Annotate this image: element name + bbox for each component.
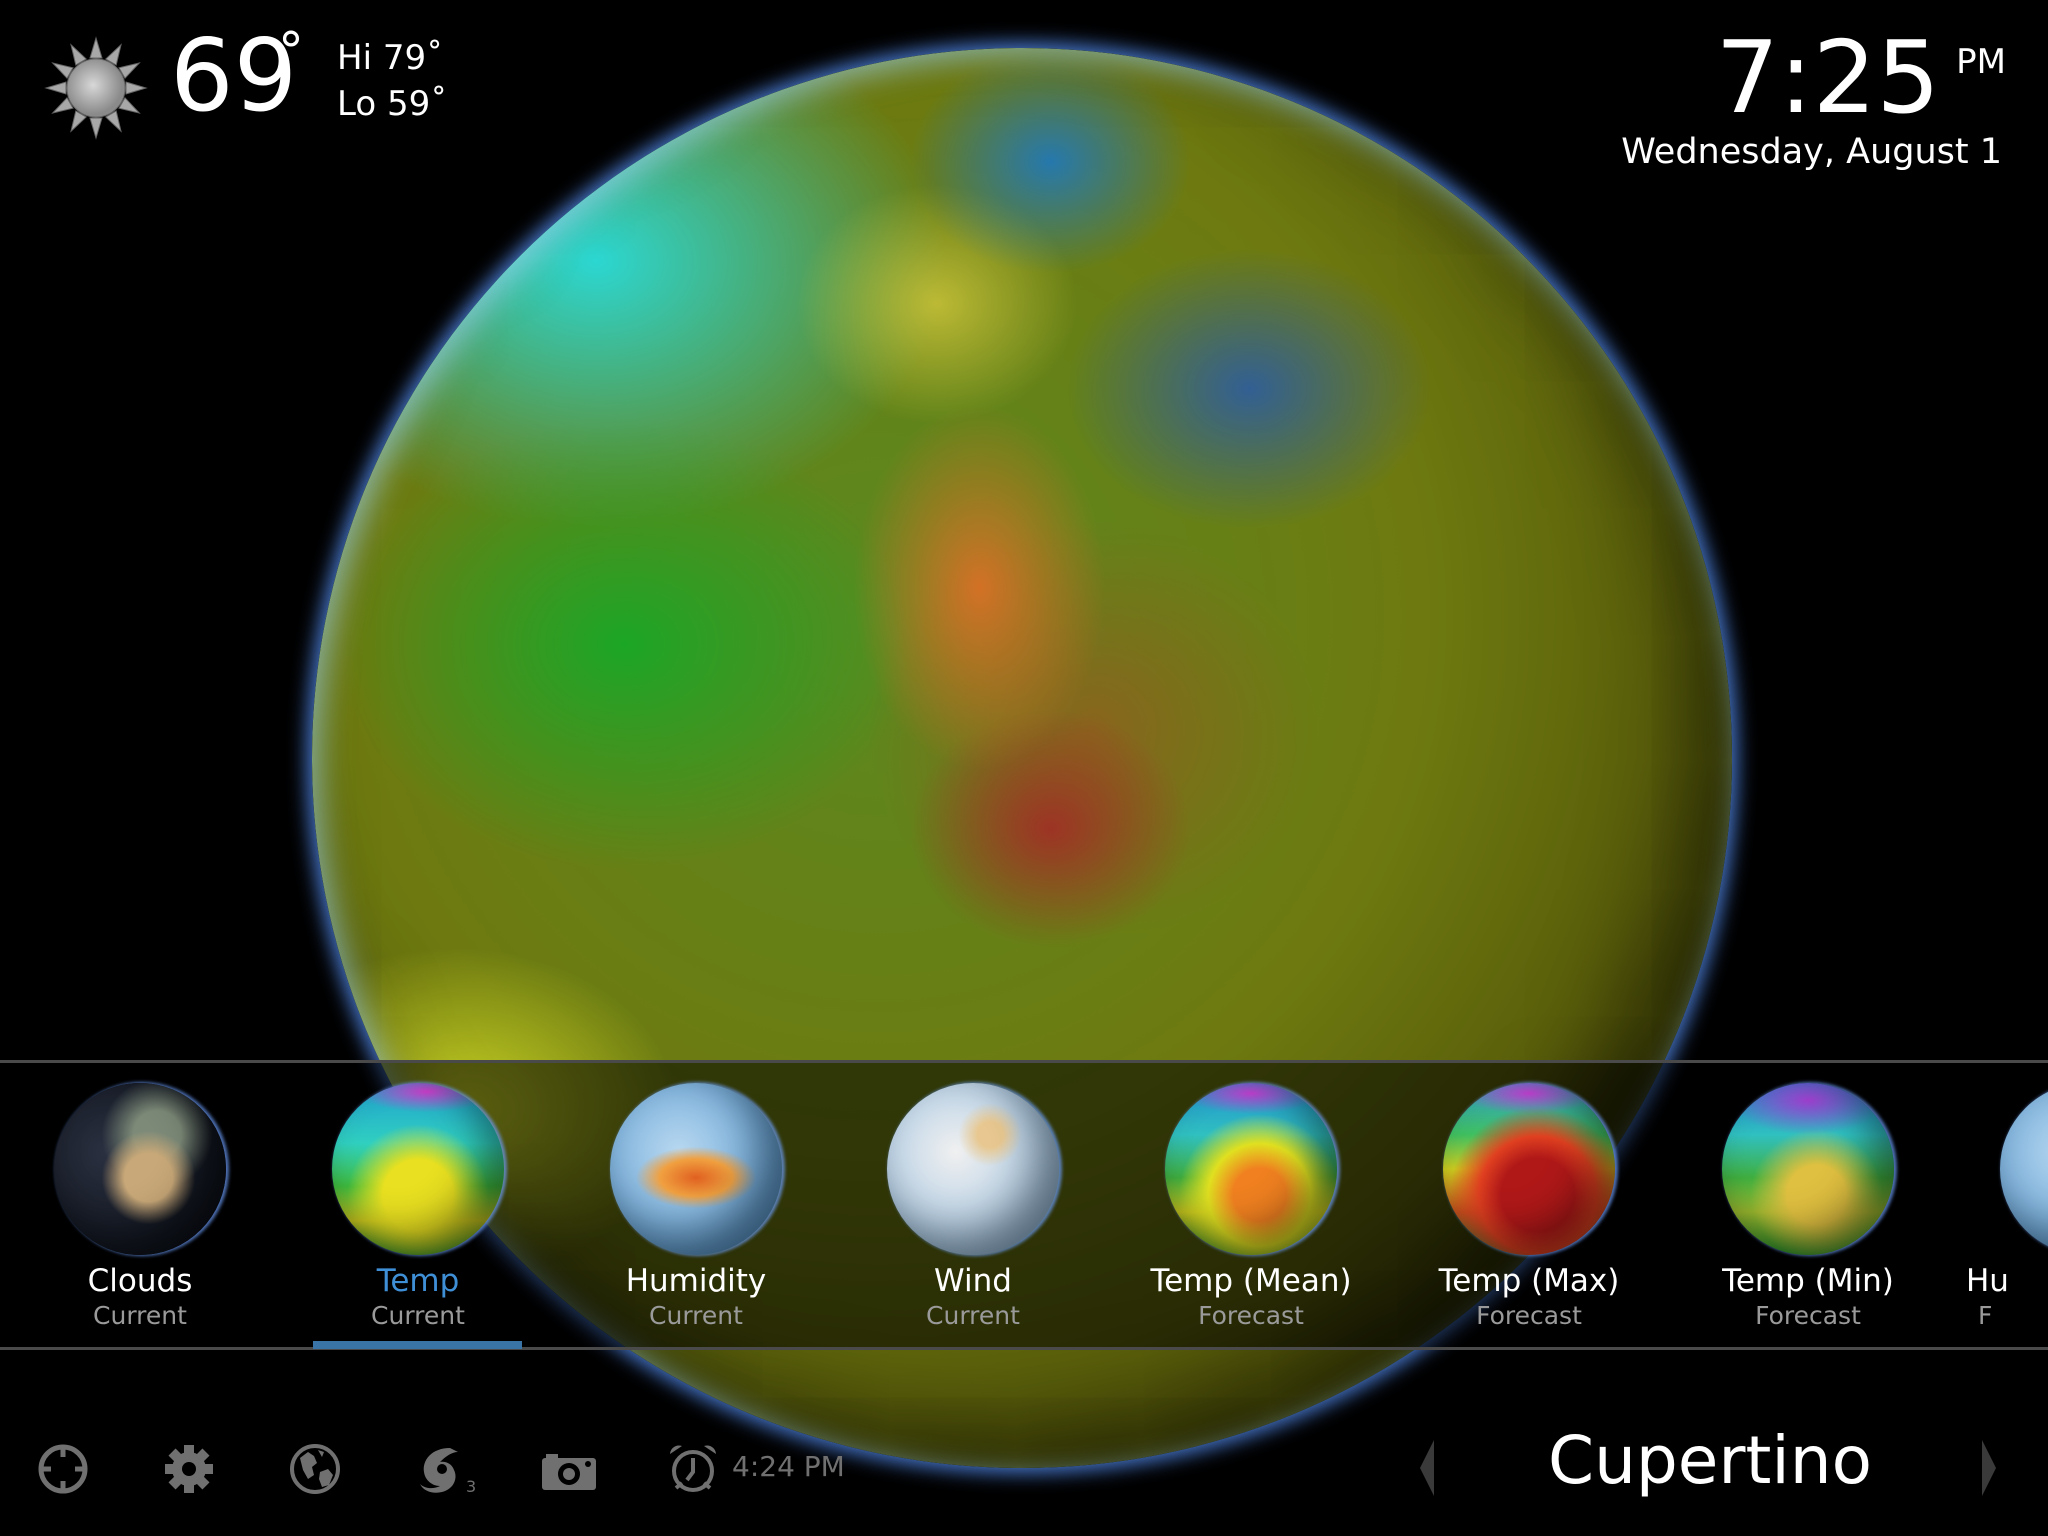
location-name[interactable]: Cupertino: [1480, 1422, 1940, 1499]
layer-title: Hu: [1966, 1263, 2009, 1299]
low-temperature: Lo 59˚: [337, 84, 448, 124]
clouds-globe-thumbnail: [54, 1083, 226, 1255]
sun-icon: [45, 36, 147, 139]
layer-subtitle: Current: [93, 1301, 187, 1330]
layer-temp-max[interactable]: Temp (Max) Forecast: [1409, 1063, 1649, 1347]
layer-subtitle: Current: [649, 1301, 743, 1330]
layer-title: Wind: [934, 1263, 1012, 1299]
wind-globe-thumbnail: [887, 1083, 1059, 1255]
layer-title: Temp (Mean): [1150, 1263, 1352, 1299]
layer-humidity-forecast[interactable]: Hu F: [1966, 1063, 2048, 1347]
next-location-button[interactable]: [1982, 1440, 1996, 1496]
locate-icon: [38, 1444, 88, 1494]
layer-subtitle: F: [1978, 1301, 1993, 1330]
alarm-clock-icon: [670, 1445, 716, 1492]
temp-max-globe-thumbnail: [1443, 1083, 1615, 1255]
globe-button[interactable]: [288, 1442, 342, 1496]
layer-title: Humidity: [625, 1263, 767, 1299]
locate-button[interactable]: [36, 1442, 90, 1496]
temp-mean-globe-thumbnail: [1165, 1083, 1337, 1255]
clock-date: Wednesday, August 1: [1621, 132, 2002, 172]
temp-globe-thumbnail: [332, 1083, 504, 1255]
layer-temp[interactable]: Temp Current: [298, 1063, 538, 1347]
humidity-forecast-globe-thumbnail: [2000, 1083, 2048, 1255]
gear-icon: [165, 1445, 213, 1493]
alarm-time[interactable]: 4:24 PM: [732, 1450, 845, 1483]
hurricane-icon: 3: [420, 1448, 476, 1496]
layer-subtitle: Forecast: [1755, 1301, 1861, 1330]
layer-subtitle: Forecast: [1198, 1301, 1304, 1330]
layer-subtitle: Current: [926, 1301, 1020, 1330]
camera-icon: [542, 1454, 596, 1490]
layer-wind[interactable]: Wind Current: [853, 1063, 1093, 1347]
clock-ampm: PM: [1956, 42, 2006, 82]
settings-button[interactable]: [162, 1442, 216, 1496]
high-temperature: Hi 79˚: [337, 38, 444, 78]
globe-icon: [290, 1444, 340, 1494]
alarm-button[interactable]: [666, 1442, 720, 1496]
layer-humidity[interactable]: Humidity Current: [576, 1063, 816, 1347]
layer-carousel[interactable]: Clouds Current Temp Current Humidity Cur…: [0, 1060, 2048, 1350]
layer-title: Temp: [376, 1263, 460, 1299]
layer-clouds[interactable]: Clouds Current: [20, 1063, 260, 1347]
camera-button[interactable]: [540, 1442, 598, 1496]
clock-time: 7:25: [1715, 19, 1940, 136]
layer-title: Temp (Min): [1722, 1263, 1894, 1299]
layer-subtitle: Forecast: [1476, 1301, 1582, 1330]
selected-layer-indicator: [313, 1341, 522, 1349]
layer-title: Clouds: [87, 1263, 193, 1299]
humidity-globe-thumbnail: [610, 1083, 782, 1255]
hurricanes-button[interactable]: 3: [414, 1442, 478, 1496]
degree-symbol: °: [278, 22, 304, 82]
layer-subtitle: Current: [371, 1301, 465, 1330]
hurricane-count: 3: [466, 1477, 476, 1496]
temp-min-globe-thumbnail: [1722, 1083, 1894, 1255]
layer-temp-min[interactable]: Temp (Min) Forecast: [1688, 1063, 1928, 1347]
layer-temp-mean[interactable]: Temp (Mean) Forecast: [1131, 1063, 1371, 1347]
layer-title: Temp (Max): [1438, 1263, 1620, 1299]
previous-location-button[interactable]: [1420, 1440, 1434, 1496]
